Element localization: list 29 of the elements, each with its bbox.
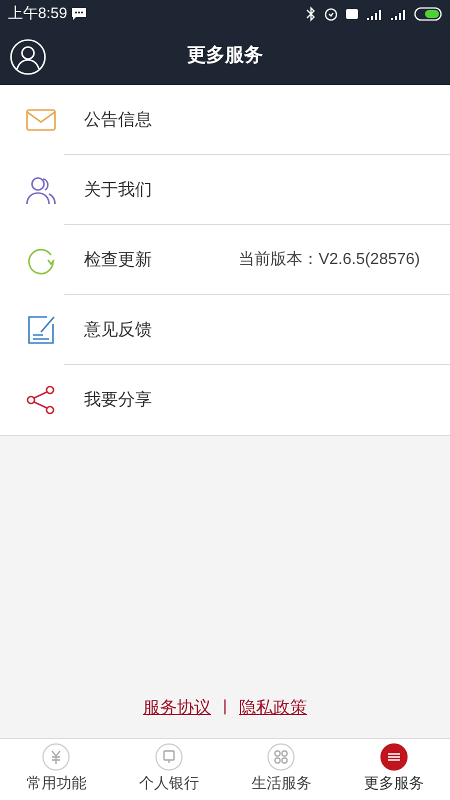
bluetooth-icon — [306, 6, 316, 22]
menu-item[interactable]: 我要分享 — [0, 365, 450, 435]
menu-label: 关于我们 — [84, 179, 153, 202]
tab-item[interactable]: 更多服务 — [338, 739, 450, 800]
menu-item[interactable]: 公告信息 — [0, 85, 450, 155]
menu-label: 我要分享 — [84, 389, 153, 412]
tab-item[interactable]: 个人银行 — [112, 739, 225, 800]
menu-label: 公告信息 — [84, 109, 153, 132]
avatar-icon[interactable] — [10, 38, 46, 74]
page-title: 更多服务 — [187, 44, 263, 68]
signal-icon — [390, 7, 406, 21]
menu-item[interactable]: 关于我们 — [0, 155, 450, 225]
signal-icon — [366, 7, 382, 21]
menu-label: 意见反馈 — [84, 319, 153, 342]
tab-item[interactable]: 常用功能 — [0, 739, 112, 800]
share-icon — [24, 384, 56, 416]
footer-link[interactable]: 隐私政策 — [239, 694, 308, 720]
menu-label: 检查更新 — [84, 249, 153, 272]
version-text: 当前版本：V2.6.5(28576) — [238, 250, 420, 270]
message-icon — [71, 7, 88, 21]
battery-icon — [414, 7, 442, 21]
menu-item[interactable]: 检查更新 当前版本：V2.6.5(28576) — [0, 225, 450, 295]
link-separator: | — [222, 697, 228, 718]
status-time: 上午8:59 — [8, 4, 68, 24]
tab-item[interactable]: 生活服务 — [225, 739, 338, 800]
footer-link[interactable]: 服务协议 — [142, 694, 211, 720]
alarm-icon — [324, 7, 338, 21]
menu-item[interactable]: 意见反馈 — [0, 295, 450, 365]
people-icon — [24, 174, 56, 206]
